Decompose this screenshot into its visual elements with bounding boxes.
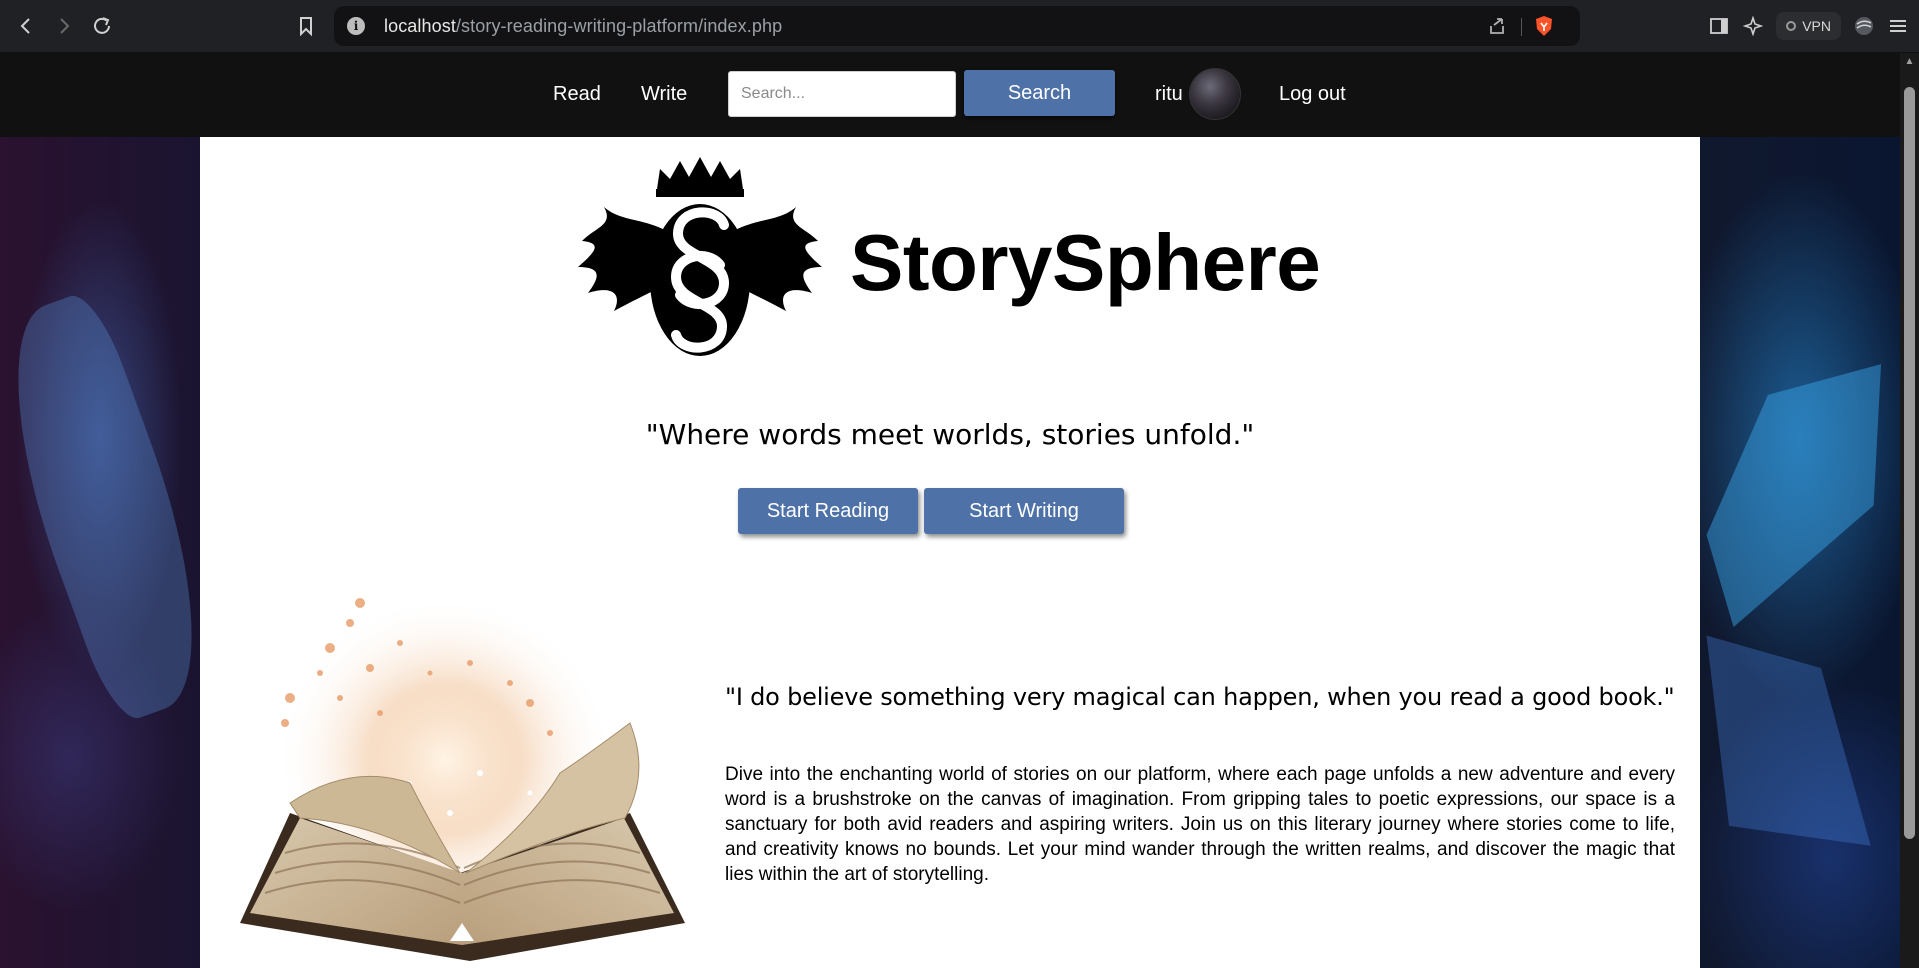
search-input[interactable] <box>728 71 956 117</box>
tagline: "Where words meet worlds, stories unfold… <box>645 418 1255 451</box>
logout-link[interactable]: Log out <box>1279 83 1346 106</box>
start-reading-button[interactable]: Start Reading <box>738 488 918 534</box>
leo-ai-icon[interactable] <box>1736 9 1770 43</box>
quote-text: "I do believe something very magical can… <box>725 683 1675 711</box>
avatar[interactable] <box>1189 68 1241 120</box>
site-header: Read Write Search ritu Log out <box>0 53 1900 137</box>
url-text[interactable]: localhost/story-reading-writing-platform… <box>384 16 782 37</box>
profile-icon[interactable] <box>1847 9 1881 43</box>
nav-write-link[interactable]: Write <box>641 83 687 106</box>
vpn-button[interactable]: VPN <box>1776 12 1841 40</box>
username: ritu <box>1155 83 1183 105</box>
scroll-up-icon[interactable]: ▲ <box>1900 53 1919 69</box>
toolbar-right: VPN <box>1702 0 1919 52</box>
sidebar-icon[interactable] <box>1702 9 1736 43</box>
brave-shield-icon[interactable] <box>1532 14 1556 38</box>
intro-paragraph: Dive into the enchanting world of storie… <box>725 764 1675 885</box>
url-host: localhost <box>384 15 456 36</box>
vpn-icon <box>1786 21 1797 31</box>
bookmark-icon[interactable] <box>290 10 322 42</box>
start-writing-button[interactable]: Start Writing <box>924 488 1124 534</box>
menu-icon[interactable] <box>1881 9 1915 43</box>
scroll-thumb[interactable] <box>1904 87 1915 839</box>
info-icon[interactable]: i <box>347 17 365 35</box>
nav-read-link[interactable]: Read <box>553 83 601 106</box>
address-bar[interactable]: i localhost/story-reading-writing-platfo… <box>334 6 1580 46</box>
page-scrollbar[interactable]: ▲ <box>1900 53 1919 968</box>
main-content: StorySphere "Where words meet worlds, st… <box>200 137 1700 968</box>
vpn-label: VPN <box>1802 18 1831 34</box>
back-icon[interactable] <box>10 10 42 42</box>
magic-book-illustration <box>240 578 685 961</box>
search-button[interactable]: Search <box>964 70 1115 116</box>
share-icon[interactable] <box>1486 15 1508 37</box>
site-title: StorySphere <box>850 218 1321 307</box>
reload-icon[interactable] <box>86 10 118 42</box>
forward-icon[interactable] <box>48 10 80 42</box>
address-divider <box>1521 18 1522 36</box>
logo-emblem-icon <box>578 157 822 356</box>
browser-toolbar: i localhost/story-reading-writing-platfo… <box>0 0 1919 53</box>
url-path: /story-reading-writing-platform/index.ph… <box>455 15 783 36</box>
